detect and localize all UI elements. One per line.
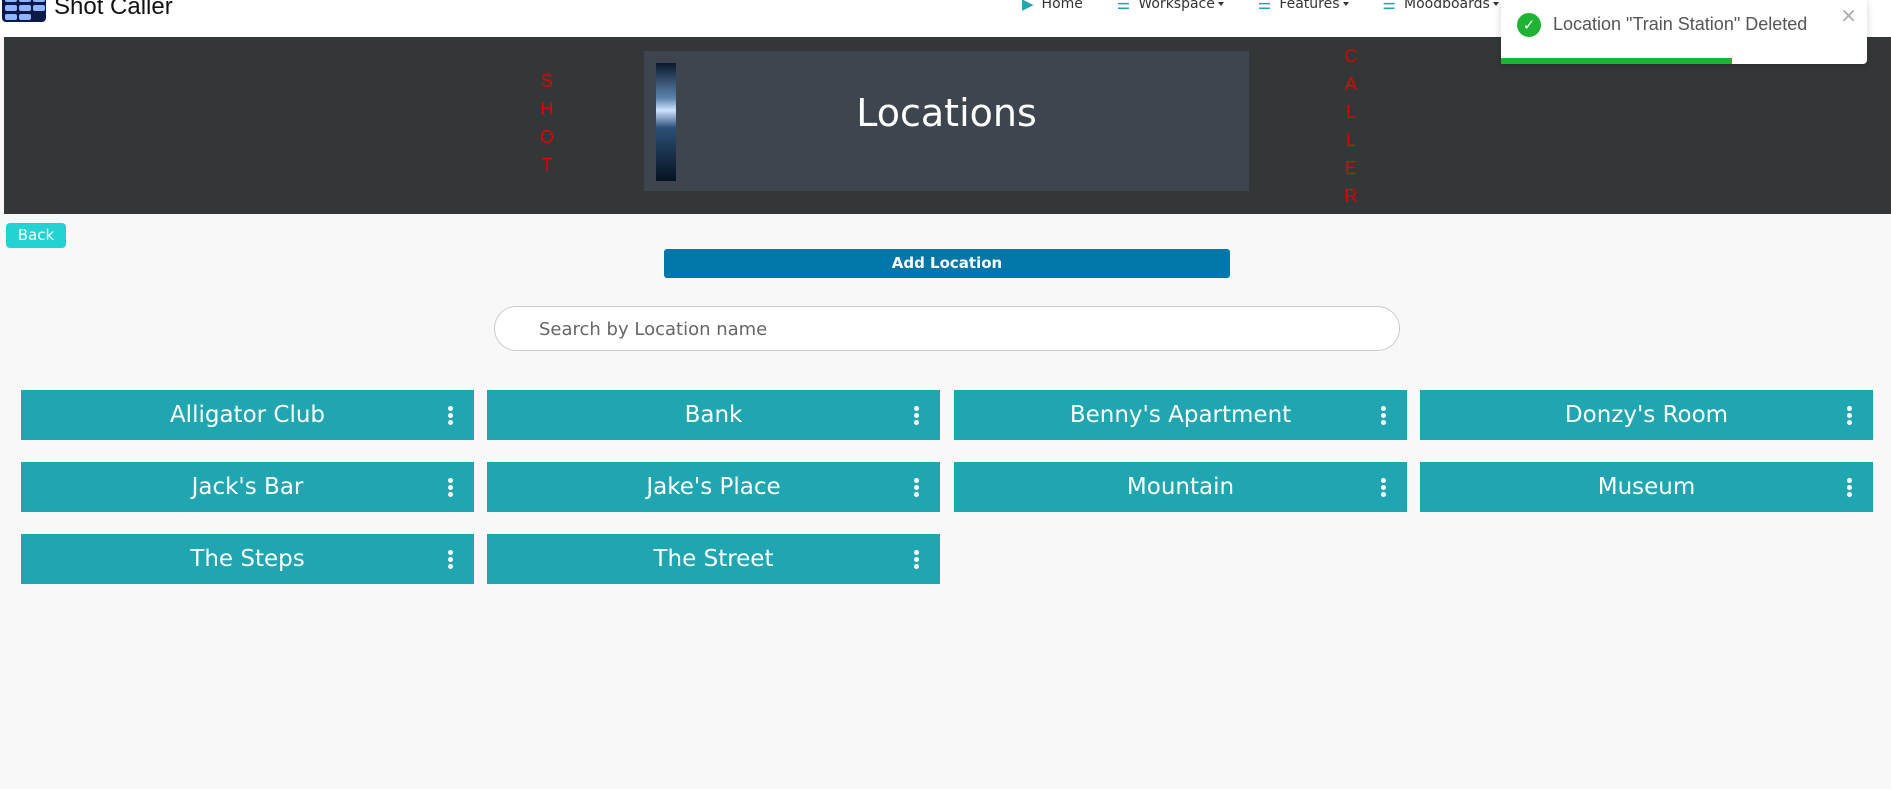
banner-letter: T (541, 155, 553, 175)
banner-letter: O (539, 127, 554, 147)
location-name: Donzy's Room (1564, 402, 1729, 428)
more-options-icon[interactable] (914, 550, 920, 570)
menu-icon: ☰ (1116, 0, 1131, 13)
caret-down-icon (1217, 2, 1224, 6)
location-card[interactable]: Donzy's Room (1420, 390, 1873, 440)
toast-progress-bar (1501, 58, 1732, 64)
back-button[interactable]: Back (6, 223, 66, 248)
menu-icon: ☰ (1257, 0, 1272, 13)
toast-progress-track (1501, 58, 1867, 64)
banner-card: Locations (644, 51, 1249, 191)
location-card[interactable]: Jack's Bar (21, 462, 474, 512)
location-name: Benny's Apartment (1069, 402, 1292, 428)
banner-letter: R (1344, 186, 1358, 206)
location-name: Museum (1597, 474, 1696, 500)
nav-home-label: Home (1041, 0, 1083, 12)
location-name: The Street (653, 546, 774, 572)
brand[interactable]: Shot Caller (2, 0, 173, 22)
nav-moodboards-label: Moodboards (1403, 0, 1490, 12)
location-card[interactable]: The Street (487, 534, 940, 584)
nav-features[interactable]: ☰ Features (1258, 0, 1349, 13)
toast-message: Location "Train Station" Deleted (1553, 14, 1808, 34)
caret-down-icon (1342, 2, 1349, 6)
nav-home[interactable]: ▶ Home (1022, 0, 1083, 13)
banner-letter: E (1344, 158, 1357, 178)
location-name: The Steps (190, 546, 305, 572)
search-bar (494, 306, 1400, 351)
nav-features-label: Features (1279, 0, 1340, 12)
caret-down-icon (1492, 2, 1499, 6)
success-check-icon: ✓ (1517, 13, 1541, 37)
nav-workspace[interactable]: ☰ Workspace (1117, 0, 1224, 13)
more-options-icon[interactable] (1381, 478, 1387, 498)
more-options-icon[interactable] (1381, 406, 1387, 426)
page-title: Locations (856, 91, 1037, 135)
location-card[interactable]: Bank (487, 390, 940, 440)
location-card[interactable]: The Steps (21, 534, 474, 584)
menu-icon: ☰ (1382, 0, 1396, 13)
play-icon: ▶ (1022, 0, 1034, 13)
location-name: Jack's Bar (191, 474, 304, 500)
nav-moodboards[interactable]: ☰ Moodboards (1383, 0, 1499, 13)
location-name: Bank (684, 402, 743, 428)
more-options-icon[interactable] (1847, 406, 1853, 426)
banner-word-shot: S H O T (537, 67, 557, 179)
location-name: Mountain (1126, 474, 1235, 500)
more-options-icon[interactable] (914, 406, 920, 426)
location-card[interactable]: Jake's Place (487, 462, 940, 512)
location-name: Alligator Club (169, 402, 326, 428)
add-location-button[interactable]: Add Location (664, 249, 1230, 278)
banner-letter: A (1344, 74, 1357, 94)
more-options-icon[interactable] (448, 478, 454, 498)
search-input[interactable] (539, 315, 1359, 343)
location-card[interactable]: Museum (1420, 462, 1873, 512)
banner-letter: H (540, 99, 554, 119)
brand-title: Shot Caller (54, 0, 173, 20)
banner-word-caller: C A L L E R (1341, 42, 1361, 210)
close-icon[interactable]: × (1840, 3, 1857, 27)
more-options-icon[interactable] (448, 406, 454, 426)
shot-caller-logo-icon (2, 0, 46, 22)
banner-letter: S (540, 71, 553, 91)
location-card[interactable]: Alligator Club (21, 390, 474, 440)
nav-links: ▶ Home ☰ Workspace ☰ Features ☰ Moodboar… (1022, 0, 1533, 13)
more-options-icon[interactable] (1847, 478, 1853, 498)
location-card[interactable]: Mountain (954, 462, 1407, 512)
banner-letter: C (1344, 46, 1358, 66)
location-name: Jake's Place (646, 474, 781, 500)
location-card[interactable]: Benny's Apartment (954, 390, 1407, 440)
banner-letter: L (1345, 102, 1356, 122)
toast-notification: ✓ Location "Train Station" Deleted × (1501, 0, 1867, 64)
banner-letter: L (1345, 130, 1356, 150)
nav-workspace-label: Workspace (1138, 0, 1215, 12)
more-options-icon[interactable] (448, 550, 454, 570)
more-options-icon[interactable] (914, 478, 920, 498)
